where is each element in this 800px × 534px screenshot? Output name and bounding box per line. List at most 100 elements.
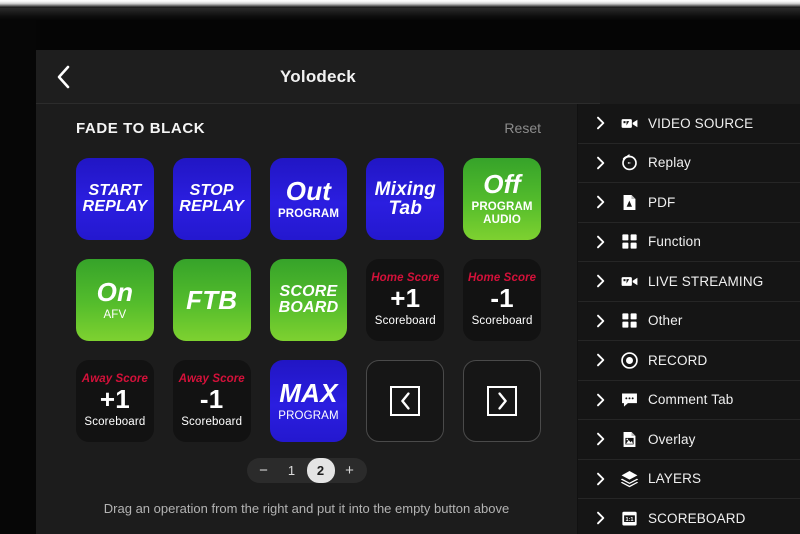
- pad-sub-label: Scoreboard: [374, 315, 436, 328]
- page-number-list: 12: [279, 458, 335, 483]
- grid-squares-icon: [614, 232, 644, 251]
- sidebar-item-function[interactable]: Function: [578, 223, 800, 262]
- operations-sidebar[interactable]: VIDEO SOURCE Replay PDF Function LIVE STREAM…: [578, 104, 800, 534]
- device-top-bezel: [0, 0, 800, 20]
- pad-main-label: Mixing Tab: [374, 179, 436, 219]
- image-file-icon: [614, 430, 644, 449]
- chevron-right-icon: [592, 194, 614, 210]
- title-bar: Yolodeck: [36, 50, 600, 104]
- pad-mixing-tab[interactable]: Mixing Tab: [366, 158, 445, 240]
- sidebar-item-layers[interactable]: LAYERS: [578, 460, 800, 499]
- chevron-right-icon: [592, 313, 614, 329]
- pad-ftb[interactable]: FTB: [172, 259, 251, 341]
- pad-main-label: +1: [99, 384, 130, 415]
- pad-main-label: FTB: [186, 285, 238, 315]
- pad-home-score-plus-1[interactable]: Home Score +1 Scoreboard: [366, 259, 445, 341]
- back-button[interactable]: [36, 50, 90, 104]
- device-left-bezel: [0, 20, 36, 534]
- chevron-right-icon: [592, 234, 614, 250]
- deck-panel: FADE TO BLACK Reset START REPLAY STOP REPLA…: [36, 104, 578, 534]
- deck-header: FADE TO BLACK Reset: [36, 120, 577, 148]
- sidebar-item-label: Other: [648, 313, 683, 329]
- pdf-file-icon: [614, 193, 644, 212]
- pad-off-program-audio[interactable]: Off PROGRAM AUDIO: [463, 158, 541, 240]
- sidebar-item-label: Comment Tab: [648, 392, 734, 408]
- scoreboard-icon: 1:1: [614, 509, 644, 528]
- chevron-right-boxed-icon: [487, 386, 518, 416]
- layers-icon: [614, 469, 644, 488]
- pad-main-label: MAX: [279, 377, 338, 408]
- comment-bubble-icon: [614, 390, 644, 409]
- sidebar-item-label: Replay: [648, 155, 691, 171]
- pad-sub-label: PROGRAM AUDIO: [471, 201, 533, 226]
- sidebar-item-replay[interactable]: Replay: [578, 144, 800, 183]
- pad-sub-label: Scoreboard: [181, 416, 243, 429]
- chevron-right-icon: [592, 352, 614, 368]
- page-selector: − 12 +: [246, 458, 367, 483]
- svg-text:1:1: 1:1: [625, 517, 633, 523]
- pad-away-score-plus-1[interactable]: Away Score +1 Scoreboard: [76, 360, 154, 442]
- chevron-right-icon: [592, 431, 614, 447]
- pad-home-score-minus-1[interactable]: Home Score -1 Scoreboard: [463, 259, 541, 341]
- chevron-left-icon: [56, 65, 70, 89]
- pad-grid: START REPLAY STOP REPLAY Out PROGRAM Mixing Tab…: [36, 158, 577, 442]
- deck-section-title: FADE TO BLACK: [76, 120, 206, 137]
- pad-main-label: STOP REPLAY: [179, 182, 245, 215]
- sidebar-item-label: Function: [648, 234, 701, 250]
- pad-max-program[interactable]: MAX PROGRAM: [269, 360, 348, 442]
- sidebar-item-record[interactable]: RECORD: [578, 341, 800, 381]
- pad-scoreboard[interactable]: SCORE BOARD: [269, 259, 348, 341]
- pad-on-afv[interactable]: On AFV: [76, 259, 154, 341]
- sidebar-item-label: RECORD: [648, 352, 708, 368]
- pad-out-program[interactable]: Out PROGRAM: [269, 158, 348, 240]
- sidebar-item-label: VIDEO SOURCE: [648, 115, 754, 131]
- pad-sub-label: PROGRAM: [278, 409, 339, 422]
- page-title: Yolodeck: [280, 66, 356, 86]
- app-body: FADE TO BLACK Reset START REPLAY STOP REPLA…: [36, 104, 800, 534]
- sidebar-item-label: PDF: [648, 194, 676, 210]
- chevron-right-icon: [592, 471, 614, 487]
- sidebar-item-label: LAYERS: [648, 471, 702, 487]
- pad-sub-label: AFV: [103, 308, 127, 321]
- page-button-1[interactable]: 1: [279, 458, 305, 483]
- pad-stop-replay[interactable]: STOP REPLAY: [172, 158, 251, 240]
- pad-start-replay[interactable]: START REPLAY: [76, 158, 154, 240]
- chevron-right-icon: [592, 510, 614, 526]
- pad-sub-label: Scoreboard: [471, 315, 533, 328]
- pad-main-label: START REPLAY: [82, 182, 148, 215]
- pad-main-label: -1: [199, 384, 224, 415]
- pad-main-label: -1: [490, 283, 514, 314]
- chevron-right-icon: [592, 155, 614, 171]
- sidebar-item-video-source[interactable]: VIDEO SOURCE: [578, 104, 800, 144]
- sidebar-item-label: Overlay: [648, 431, 696, 447]
- video-camera-icon: [614, 272, 644, 291]
- pad-main-label: On: [96, 276, 134, 307]
- sidebar-item-other[interactable]: Other: [578, 302, 800, 341]
- pad-main-label: SCORE BOARD: [278, 283, 339, 316]
- chevron-right-icon: [592, 392, 614, 408]
- pager-wrap: − 12 +: [36, 458, 577, 483]
- drag-hint-text: Drag an operation from the right and put…: [103, 501, 510, 516]
- pad-main-label: Off: [483, 169, 521, 200]
- video-camera-icon: [614, 114, 644, 133]
- chevron-right-icon: [592, 115, 614, 131]
- pad-away-score-minus-1[interactable]: Away Score -1 Scoreboard: [172, 360, 251, 442]
- pad-main-label: Out: [285, 175, 332, 206]
- pad-sub-label: Scoreboard: [84, 416, 146, 429]
- sidebar-item-comment-tab[interactable]: Comment Tab: [578, 381, 800, 420]
- pad-prev-page[interactable]: [366, 360, 445, 442]
- chevron-right-icon: [592, 273, 614, 289]
- grid-squares-icon: [614, 311, 644, 330]
- sidebar-item-scoreboard[interactable]: 1:1 SCOREBOARD: [578, 499, 800, 534]
- page-increment-button[interactable]: +: [337, 458, 363, 483]
- page-button-2[interactable]: 2: [306, 458, 335, 483]
- pad-sub-label: PROGRAM: [277, 207, 340, 220]
- reset-button[interactable]: Reset: [504, 120, 541, 136]
- chevron-left-boxed-icon: [390, 386, 421, 416]
- sidebar-item-live-streaming[interactable]: LIVE STREAMING: [578, 262, 800, 302]
- sidebar-item-overlay[interactable]: Overlay: [578, 420, 800, 460]
- sidebar-item-pdf[interactable]: PDF: [578, 183, 800, 223]
- pad-next-page[interactable]: [463, 360, 541, 442]
- sidebar-item-label: SCOREBOARD: [648, 510, 746, 526]
- page-decrement-button[interactable]: −: [251, 458, 277, 483]
